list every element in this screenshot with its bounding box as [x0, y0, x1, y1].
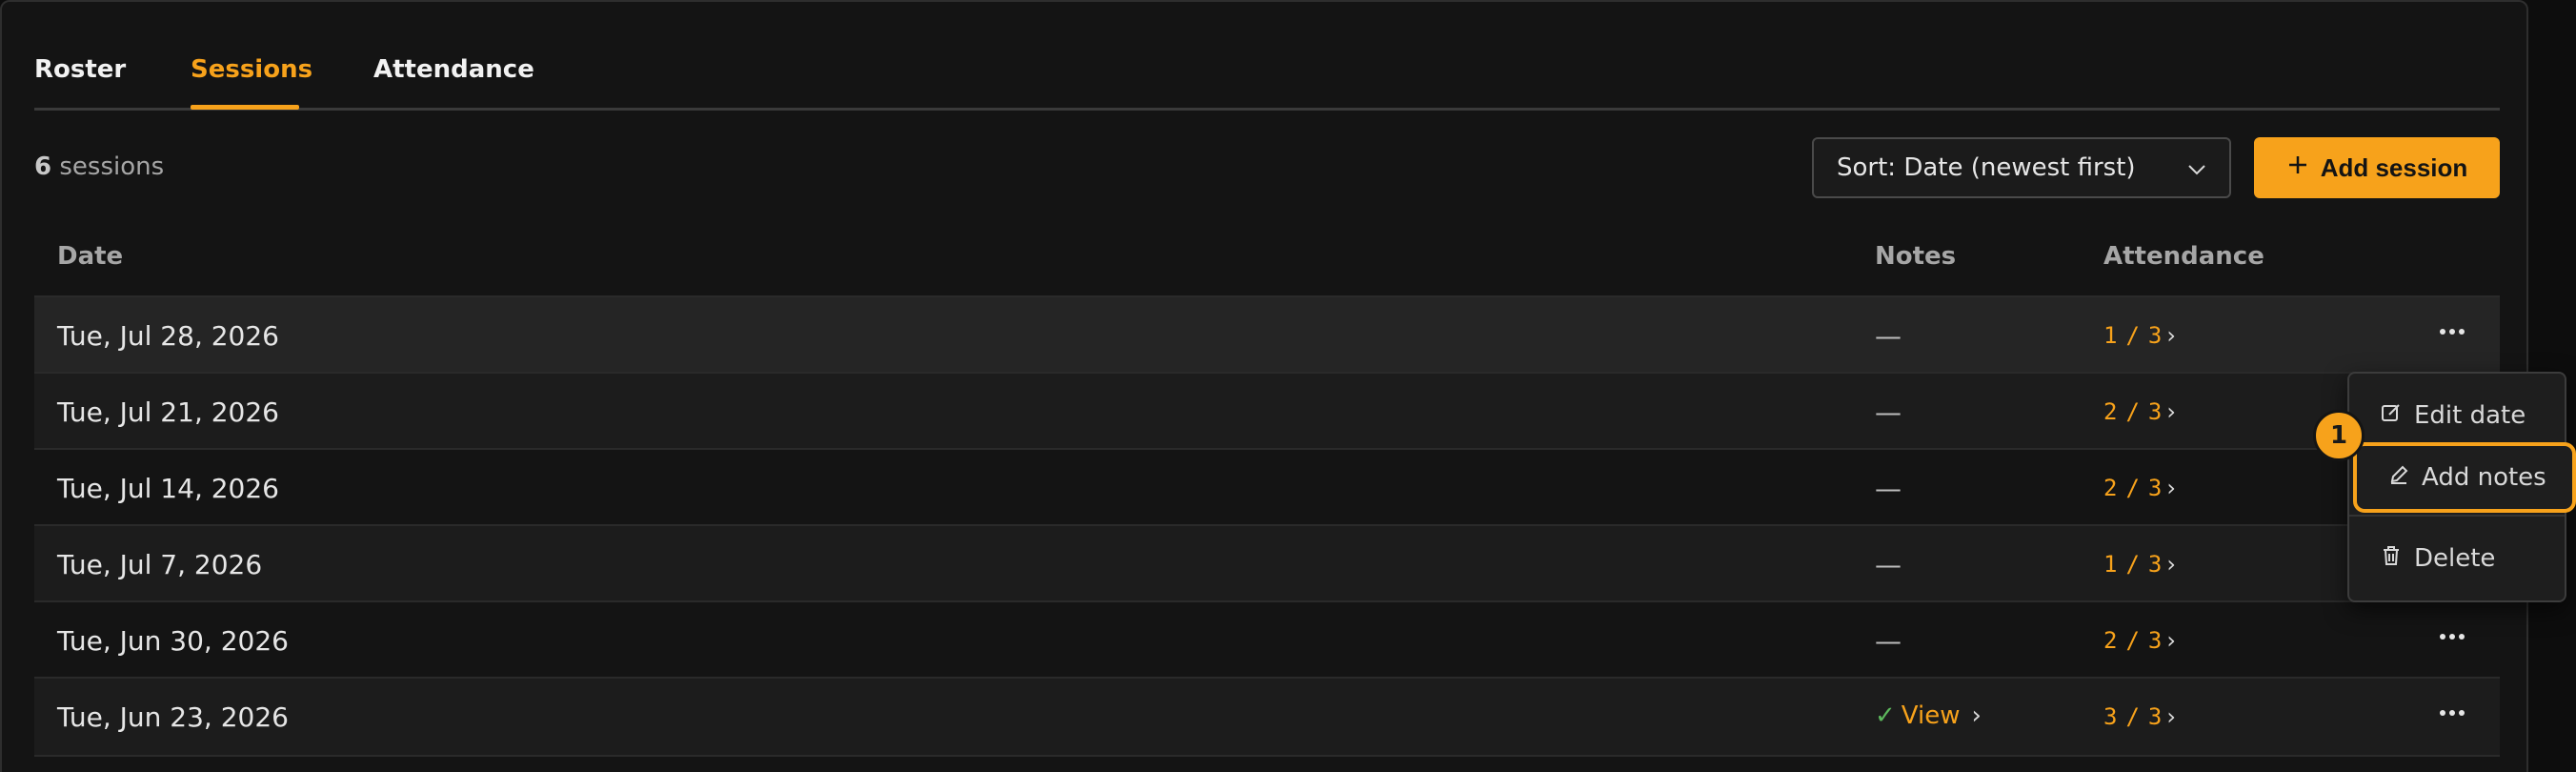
add-session-button[interactable]: Add session [2254, 137, 2500, 198]
table-header: Date Notes Attendance [34, 221, 2500, 295]
attendance-link[interactable]: 2/3 › [2103, 398, 2177, 425]
session-date: Tue, Jul 21, 2026 [57, 396, 279, 428]
chevron-down-icon [2185, 158, 2208, 188]
session-notes: — [1875, 473, 1902, 504]
attendance-link[interactable]: 1/3 › [2103, 551, 2177, 578]
more-actions-icon[interactable] [2433, 696, 2471, 730]
row-actions-menu: Edit date Add notes Delete [2347, 372, 2576, 602]
column-header-notes: Notes [1875, 242, 1957, 271]
chevron-right-icon: › [2166, 475, 2177, 501]
view-notes-link[interactable]: ✓ View › [1875, 701, 1982, 730]
session-count: 6 sessions [34, 152, 164, 181]
tab-sessions[interactable]: Sessions [191, 55, 312, 84]
menu-item-label: Edit date [2414, 401, 2526, 430]
menu-item-add-notes[interactable]: Add notes [2353, 442, 2576, 513]
column-header-date: Date [57, 242, 124, 271]
session-date: Tue, Jun 23, 2026 [57, 701, 289, 733]
attendance-link[interactable]: 3/3 › [2103, 703, 2177, 730]
attendance-link[interactable]: 1/3 › [2103, 322, 2177, 349]
attendance-separator: / [2125, 398, 2141, 425]
session-notes: — [1875, 549, 1902, 580]
session-date: Tue, Jul 28, 2026 [57, 320, 279, 352]
check-icon: ✓ [1875, 701, 1896, 730]
chevron-right-icon: › [2166, 551, 2177, 578]
attendance-present: 2 [2103, 398, 2119, 425]
attendance-total: 3 [2147, 627, 2163, 654]
session-notes: — [1875, 396, 1902, 428]
chevron-right-icon: › [1971, 701, 1982, 730]
attendance-total: 3 [2147, 475, 2163, 501]
sessions-panel: Roster Sessions Attendance 6 sessions So… [0, 0, 2528, 772]
menu-item-delete[interactable]: Delete [2349, 530, 2565, 587]
session-count-number: 6 [34, 152, 52, 181]
table-row[interactable]: Tue, Jul 21, 2026 — 2/3 › [34, 372, 2500, 448]
menu-item-label: Add notes [2422, 463, 2546, 492]
attendance-separator: / [2125, 627, 2141, 654]
table-row[interactable]: Tue, Jul 7, 2026 — 1/3 › [34, 524, 2500, 600]
table-row[interactable]: Tue, Jul 28, 2026 — 1/3 › [34, 295, 2500, 372]
table-row[interactable]: Tue, Jun 30, 2026 — 2/3 › [34, 600, 2500, 677]
attendance-total: 3 [2147, 703, 2163, 730]
attendance-present: 2 [2103, 627, 2119, 654]
attendance-link[interactable]: 2/3 › [2103, 627, 2177, 654]
sort-select[interactable]: Sort: Date (newest first) [1812, 137, 2231, 198]
session-date: Tue, Jul 14, 2026 [57, 473, 279, 504]
tab-attendance[interactable]: Attendance [373, 55, 534, 84]
session-date: Tue, Jul 7, 2026 [57, 549, 263, 580]
attendance-present: 2 [2103, 475, 2119, 501]
menu-item-label: Delete [2414, 544, 2496, 573]
trash-icon [2380, 544, 2403, 574]
attendance-present: 1 [2103, 551, 2119, 578]
plus-icon [2286, 153, 2309, 183]
attendance-separator: / [2125, 703, 2141, 730]
edit-icon [2380, 401, 2403, 431]
view-notes-label: View [1901, 701, 1961, 730]
pen-icon [2387, 463, 2410, 493]
tab-roster[interactable]: Roster [34, 55, 126, 84]
more-actions-icon[interactable] [2433, 620, 2471, 654]
table-row[interactable]: Tue, Jun 23, 2026 ✓ View › 3/3 › [34, 677, 2500, 757]
column-header-attendance: Attendance [2103, 242, 2264, 271]
chevron-right-icon: › [2166, 322, 2177, 349]
attendance-total: 3 [2147, 551, 2163, 578]
attendance-link[interactable]: 2/3 › [2103, 475, 2177, 501]
more-actions-icon[interactable] [2433, 315, 2471, 349]
session-date: Tue, Jun 30, 2026 [57, 625, 289, 657]
attendance-separator: / [2125, 475, 2141, 501]
menu-item-edit-date[interactable]: Edit date [2349, 387, 2565, 444]
add-session-label: Add session [2320, 152, 2468, 182]
tab-bar: Roster Sessions Attendance [34, 2, 2500, 111]
step-badge: 1 [2313, 410, 2365, 461]
attendance-present: 1 [2103, 322, 2119, 349]
table-row[interactable]: Tue, Jul 14, 2026 — 2/3 › [34, 448, 2500, 524]
session-notes: — [1875, 320, 1902, 352]
attendance-separator: / [2125, 322, 2141, 349]
attendance-present: 3 [2103, 703, 2119, 730]
chevron-right-icon: › [2166, 398, 2177, 425]
attendance-total: 3 [2147, 322, 2163, 349]
chevron-right-icon: › [2166, 703, 2177, 730]
session-count-label: sessions [51, 152, 165, 181]
active-tab-indicator [191, 105, 299, 110]
attendance-total: 3 [2147, 398, 2163, 425]
menu-divider [2349, 515, 2565, 517]
sort-select-label: Sort: Date (newest first) [1837, 153, 2136, 182]
session-notes: — [1875, 625, 1902, 657]
chevron-right-icon: › [2166, 627, 2177, 654]
attendance-separator: / [2125, 551, 2141, 578]
